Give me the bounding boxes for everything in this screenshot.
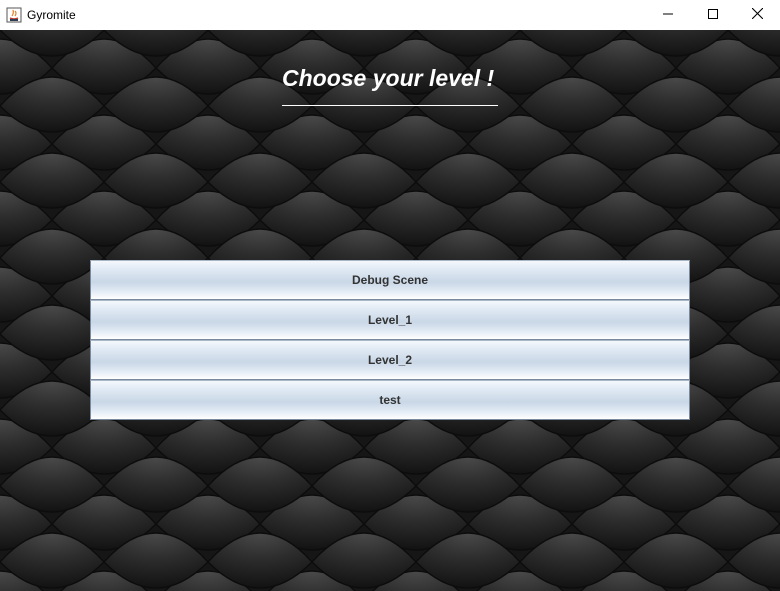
level-button-test[interactable]: test bbox=[90, 380, 690, 420]
minimize-icon bbox=[662, 6, 673, 24]
level-button-level-1[interactable]: Level_1 bbox=[90, 300, 690, 340]
heading-underline bbox=[282, 105, 498, 106]
maximize-button[interactable] bbox=[690, 0, 735, 30]
level-button-level-2[interactable]: Level_2 bbox=[90, 340, 690, 380]
page-title: Choose your level ! bbox=[282, 65, 495, 91]
window-controls bbox=[645, 0, 780, 30]
level-button-debug-scene[interactable]: Debug Scene bbox=[90, 260, 690, 300]
level-list: Debug Scene Level_1 Level_2 test bbox=[90, 260, 690, 420]
close-button[interactable] bbox=[735, 0, 780, 30]
minimize-button[interactable] bbox=[645, 0, 690, 30]
maximize-icon bbox=[707, 6, 718, 24]
title-bar[interactable]: Gyromite bbox=[0, 0, 780, 30]
level-select-heading: Choose your level ! bbox=[282, 63, 498, 107]
window-title: Gyromite bbox=[27, 8, 76, 22]
java-app-icon bbox=[6, 7, 22, 23]
app-window: Gyromite Choose your level ! Debug Scene… bbox=[0, 0, 780, 591]
close-icon bbox=[751, 6, 764, 24]
level-select-panel: Choose your level ! Debug Scene Level_1 … bbox=[0, 30, 780, 591]
